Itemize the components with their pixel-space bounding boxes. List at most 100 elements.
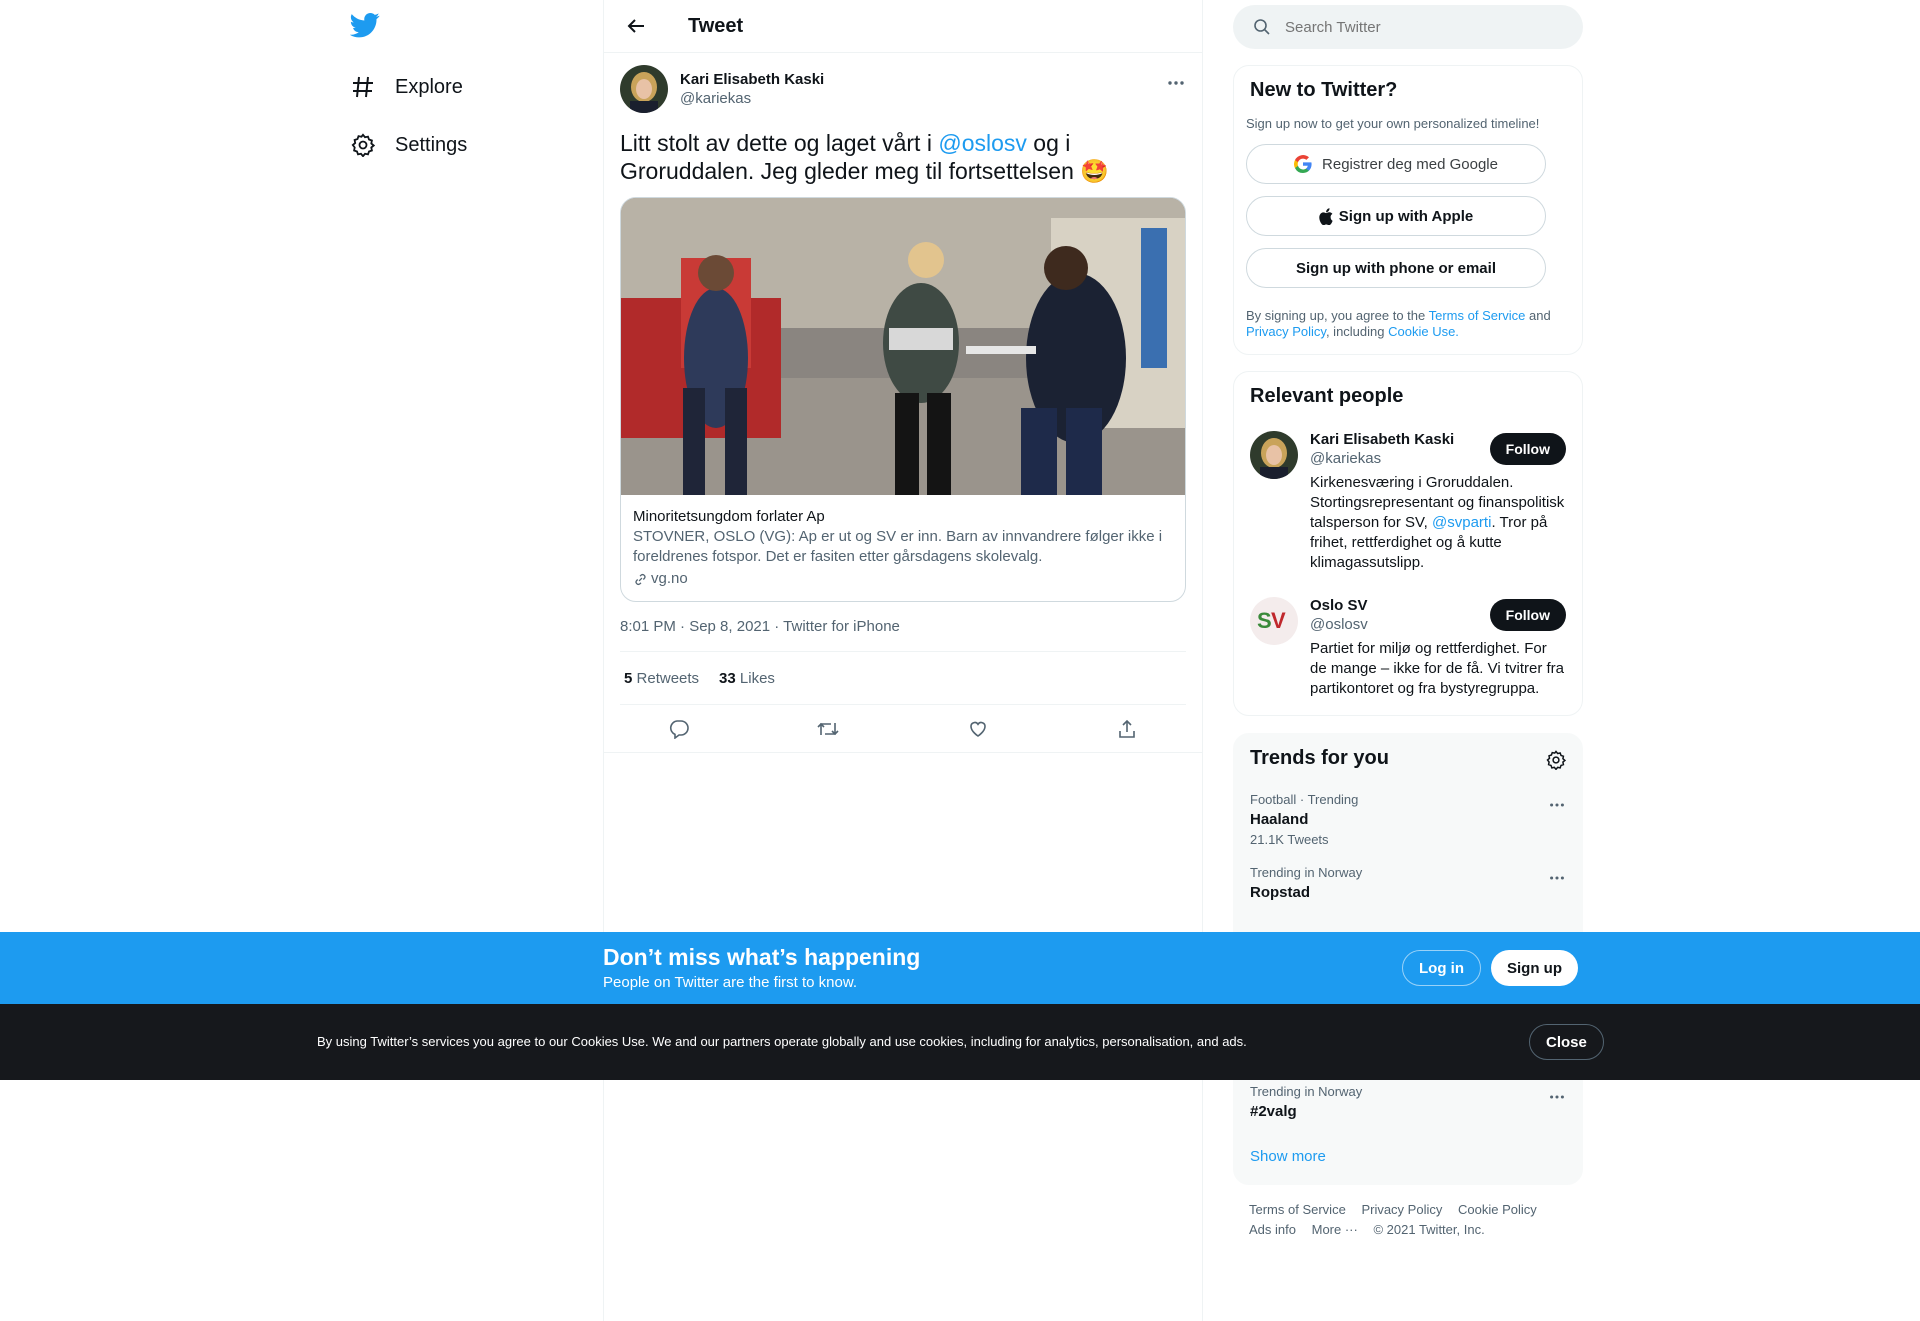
signup-legal-text: By signing up, you agree to the Terms of…	[1234, 308, 1582, 340]
legal-text: and	[1525, 308, 1551, 323]
gear-icon	[350, 132, 376, 158]
link-icon	[633, 572, 648, 587]
card-description: STOVNER, OSLO (VG): Ap er ut og SV er in…	[633, 528, 1163, 565]
login-button[interactable]: Log in	[1402, 950, 1481, 986]
banner-title: Don’t miss what’s happening	[603, 944, 921, 970]
apple-signup-button[interactable]: Sign up with Apple	[1246, 196, 1546, 236]
phone-email-signup-button[interactable]: Sign up with phone or email	[1246, 248, 1546, 288]
more-options-icon[interactable]	[1548, 869, 1566, 887]
trend-context: Football · Trending	[1250, 792, 1359, 807]
search-bar[interactable]	[1233, 5, 1583, 49]
card-domain-text: vg.no	[651, 570, 688, 587]
signup-subtitle: Sign up now to get your own personalized…	[1246, 116, 1540, 131]
author-name[interactable]: Kari Elisabeth Kaski	[680, 71, 824, 88]
phone-email-signup-label: Sign up with phone or email	[1295, 259, 1496, 277]
tweet-actions	[604, 705, 1202, 753]
terms-link[interactable]: Terms of Service	[1429, 308, 1526, 323]
apple-signup-label: Sign up with Apple	[1338, 207, 1474, 225]
person-card[interactable]: SV Oslo SV @oslosv Partiet for miljø og …	[1234, 597, 1582, 699]
trend-context: Trending in Norway	[1250, 1084, 1363, 1099]
retweets-label: Retweets	[636, 669, 700, 687]
tweet-header: Kari Elisabeth Kaski @kariekas	[620, 65, 1186, 113]
show-more-link[interactable]: Show more	[1234, 1148, 1342, 1165]
like-heart-icon[interactable]	[966, 717, 990, 741]
login-banner: Don’t miss what’s happening People on Tw…	[0, 932, 1920, 1004]
more-options-icon[interactable]	[1548, 1088, 1566, 1106]
cookie-use-link[interactable]: Cookie Use.	[1388, 324, 1459, 339]
person-card[interactable]: Kari Elisabeth Kaski @kariekas Kirkenesv…	[1234, 431, 1582, 573]
nav-item-settings[interactable]: Settings	[350, 125, 467, 165]
footer-copyright: © 2021 Twitter, Inc.	[1373, 1222, 1485, 1237]
svg-text:S: S	[1257, 608, 1272, 633]
follow-button[interactable]: Follow	[1489, 599, 1566, 631]
search-input[interactable]	[1285, 18, 1565, 36]
cookie-text: By using Twitter’s services you agree to…	[317, 1034, 1247, 1049]
avatar[interactable]	[1250, 431, 1298, 479]
share-icon[interactable]	[1115, 717, 1139, 741]
link-card[interactable]: Minoritetsungdom forlater Ap STOVNER, OS…	[620, 197, 1186, 602]
main-column: Tweet Kari Elisabeth Kaski @kariekas Lit…	[603, 0, 1203, 1321]
trend-context: Trending in Norway	[1250, 865, 1363, 880]
card-title: Minoritetsungdom forlater Ap	[633, 508, 825, 525]
twitter-bird-icon[interactable]	[349, 10, 382, 42]
apple-logo-icon	[1319, 207, 1333, 225]
google-logo-icon	[1294, 155, 1312, 173]
trends-title: Trends for you	[1250, 747, 1389, 769]
legal-text: , including	[1325, 324, 1389, 339]
privacy-link[interactable]: Privacy Policy	[1246, 324, 1326, 339]
back-arrow-icon[interactable]	[618, 8, 654, 44]
google-signup-button[interactable]: Registrer deg med Google	[1246, 144, 1546, 184]
signup-panel: New to Twitter? Sign up now to get your …	[1233, 65, 1583, 355]
footer-link-privacy[interactable]: Privacy Policy	[1361, 1202, 1442, 1217]
tweet-timestamp[interactable]: 8:01 PM · Sep 8, 2021 · Twitter for iPho…	[620, 618, 1186, 652]
page-title: Tweet	[688, 14, 744, 37]
follow-button[interactable]: Follow	[1489, 433, 1566, 465]
svg-text:V: V	[1271, 608, 1286, 633]
banner-subtitle: People on Twitter are the first to know.	[603, 974, 858, 991]
relevant-people-panel: Relevant people Kari Elisabeth Kaski @ka…	[1233, 371, 1583, 716]
nav-label-explore: Explore	[395, 75, 463, 98]
close-cookie-button[interactable]: Close	[1529, 1024, 1604, 1060]
nav-label-settings: Settings	[395, 133, 468, 156]
hashtag-icon	[350, 74, 376, 100]
signup-button[interactable]: Sign up	[1491, 950, 1578, 986]
likes-label: Likes	[739, 669, 775, 687]
trend-item[interactable]: Trending in Norway #2valg	[1234, 1084, 1582, 1120]
retweet-icon[interactable]	[816, 717, 840, 741]
footer-links: Terms of Service Privacy Policy Cookie P…	[1249, 1200, 1549, 1240]
avatar[interactable]: SV	[1250, 597, 1298, 645]
trend-item[interactable]: Trending in Norway Ropstad	[1234, 865, 1582, 901]
signup-title: New to Twitter?	[1250, 79, 1398, 101]
trend-item[interactable]: Football · Trending Haaland 21.1K Tweets	[1234, 792, 1582, 847]
retweets-count: 5	[624, 669, 633, 687]
footer-link-terms[interactable]: Terms of Service	[1249, 1202, 1346, 1217]
reply-icon[interactable]	[667, 717, 691, 741]
cookie-banner: By using Twitter’s services you agree to…	[0, 1004, 1920, 1080]
legal-text: By signing up, you agree to the	[1246, 308, 1429, 323]
person-bio: Partiet for miljø og rettferdighet. For …	[1310, 640, 1565, 697]
gear-icon[interactable]	[1546, 750, 1566, 770]
trend-name: #2valg	[1250, 1103, 1297, 1120]
likes-stat[interactable]: 33 Likes	[719, 670, 775, 687]
likes-count: 33	[719, 669, 736, 687]
retweets-stat[interactable]: 5 Retweets	[624, 670, 699, 687]
tweet-text-part: Litt stolt av dette og laget vårt i	[620, 130, 939, 156]
more-options-icon[interactable]	[1548, 796, 1566, 814]
footer-link-cookie[interactable]: Cookie Policy	[1458, 1202, 1537, 1217]
author-handle[interactable]: @kariekas	[680, 90, 824, 107]
main-header: Tweet	[604, 0, 1202, 53]
trend-name: Haaland	[1250, 811, 1309, 828]
tweet-text: Litt stolt av dette og laget vårt i @osl…	[620, 129, 1186, 185]
footer-link-more[interactable]: More ···	[1312, 1222, 1358, 1237]
mention-link[interactable]: @svparti	[1432, 514, 1491, 531]
card-domain: vg.no	[633, 569, 1173, 589]
tweet: Kari Elisabeth Kaski @kariekas Litt stol…	[604, 53, 1202, 753]
relevant-people-title: Relevant people	[1250, 385, 1404, 407]
footer-link-ads[interactable]: Ads info	[1249, 1222, 1296, 1237]
search-icon	[1253, 18, 1271, 36]
nav-item-explore[interactable]: Explore	[350, 67, 463, 107]
mention-link[interactable]: @oslosv	[938, 130, 1027, 156]
more-options-icon[interactable]	[1166, 73, 1186, 93]
person-bio: Kirkenesværing i Groruddalen. Stortingsr…	[1310, 473, 1566, 573]
avatar[interactable]	[620, 65, 668, 113]
